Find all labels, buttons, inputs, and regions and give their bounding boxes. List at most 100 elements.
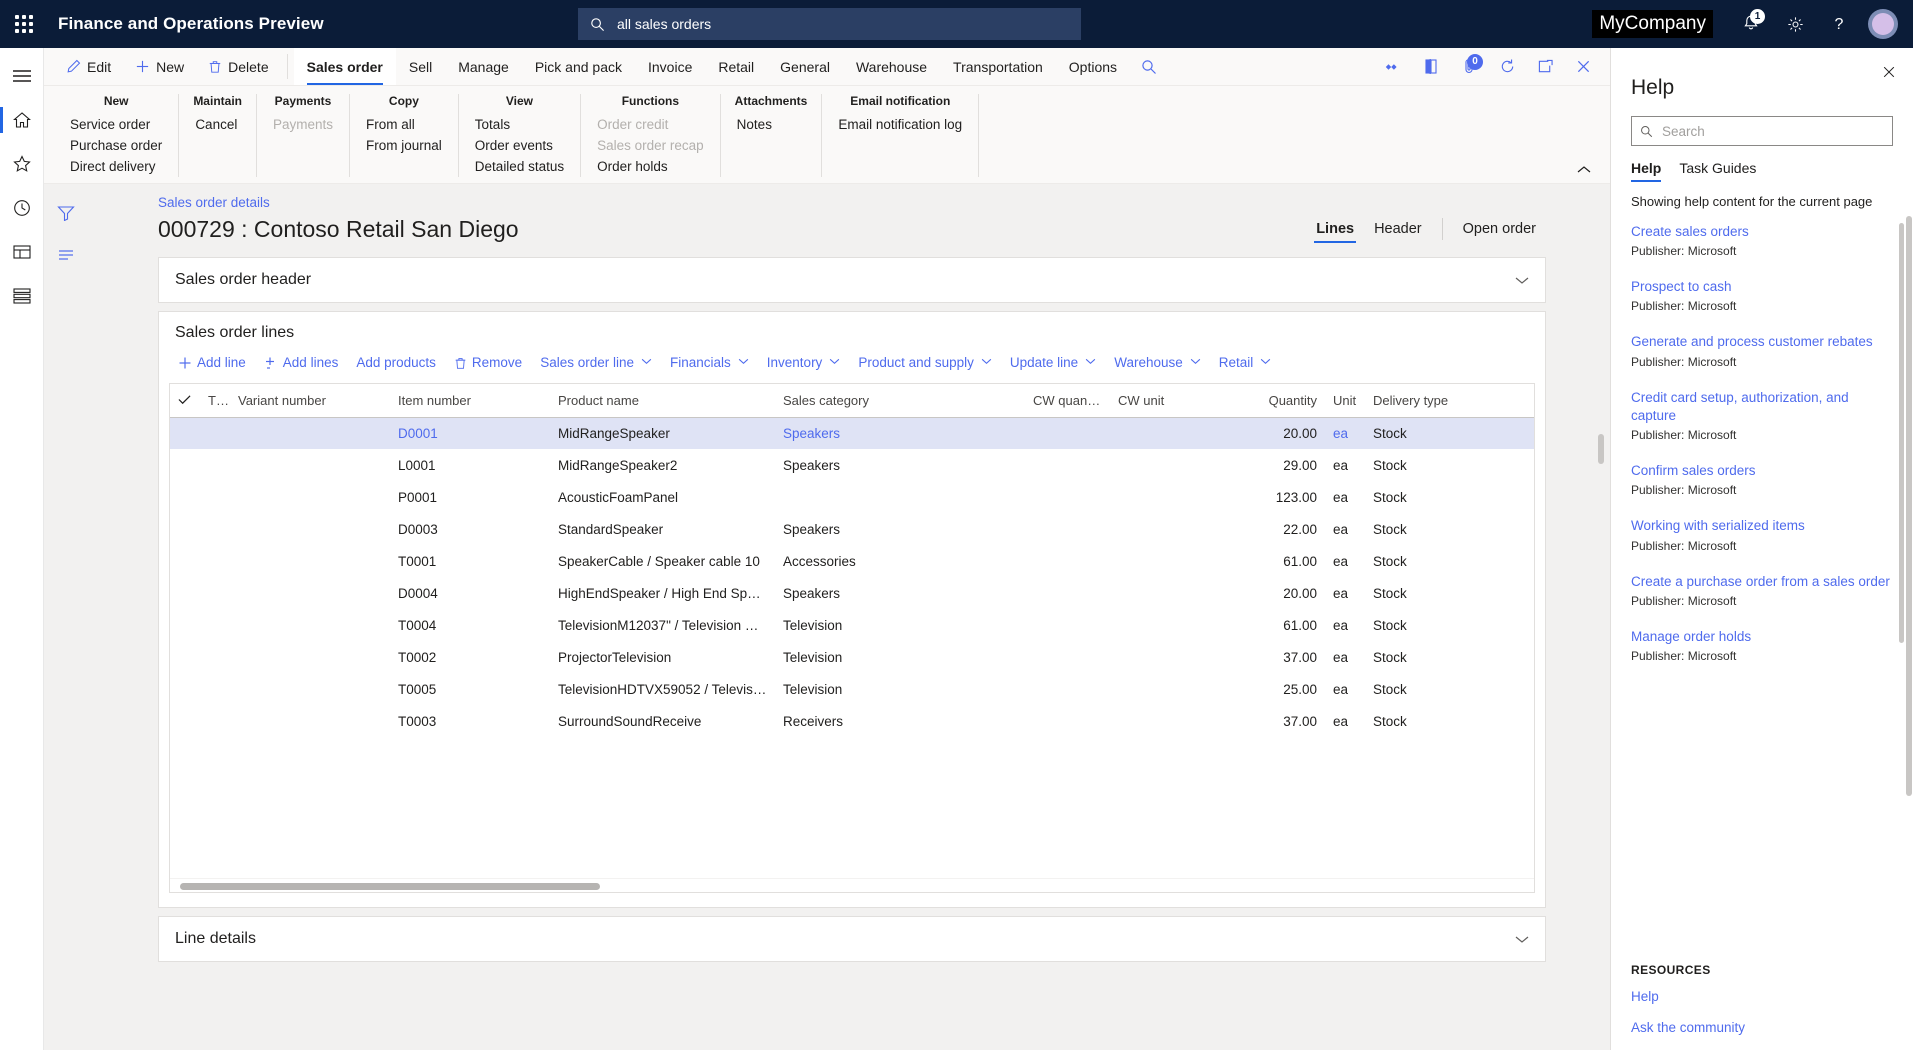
retail-menu[interactable]: Retail bbox=[1210, 350, 1281, 375]
cell-unit[interactable]: ea bbox=[1325, 642, 1365, 674]
tab-sales-order[interactable]: Sales order bbox=[293, 48, 396, 85]
row-checkbox[interactable] bbox=[170, 674, 200, 706]
table-row[interactable]: T0003 SurroundSoundReceive Receivers 37.… bbox=[170, 706, 1534, 738]
product-and-supply-menu[interactable]: Product and supply bbox=[849, 350, 1001, 375]
list-item[interactable]: Credit card setup, authorization, and ca… bbox=[1631, 389, 1895, 442]
cell-item-number[interactable]: T0001 bbox=[390, 546, 550, 578]
sidebar-item-modules[interactable] bbox=[0, 274, 44, 318]
column-header-sales-category[interactable]: Sales category bbox=[775, 384, 1025, 419]
sales-order-line-menu[interactable]: Sales order line bbox=[531, 350, 661, 375]
add-line-button[interactable]: Add line bbox=[169, 350, 255, 375]
table-row[interactable]: D0004 HighEndSpeaker / High End Spe… Spe… bbox=[170, 578, 1534, 610]
breadcrumb[interactable]: Sales order details bbox=[158, 195, 270, 210]
office-export-icon[interactable] bbox=[1412, 48, 1450, 86]
cell-quantity[interactable]: 25.00 bbox=[1245, 674, 1325, 706]
table-row[interactable]: L0001 MidRangeSpeaker2 Speakers 29.00 ea bbox=[170, 450, 1534, 482]
cell-sales-category[interactable]: Speakers bbox=[775, 578, 1025, 610]
cell-sales-category[interactable]: Receivers bbox=[775, 706, 1025, 738]
tab-general[interactable]: General bbox=[767, 48, 843, 85]
action-order-events[interactable]: Order events bbox=[473, 135, 566, 156]
cell-item-number[interactable]: T0005 bbox=[390, 674, 550, 706]
cell-sales-category[interactable]: Speakers bbox=[775, 418, 1025, 450]
cell-quantity[interactable]: 20.00 bbox=[1245, 418, 1325, 450]
cell-quantity[interactable]: 61.00 bbox=[1245, 610, 1325, 642]
edit-button[interactable]: Edit bbox=[54, 48, 123, 85]
add-lines-button[interactable]: Add lines bbox=[255, 350, 348, 375]
row-checkbox[interactable] bbox=[170, 418, 200, 450]
help-button[interactable]: ? bbox=[1817, 0, 1861, 48]
help-scroll-thumb[interactable] bbox=[1899, 223, 1904, 643]
action-cancel[interactable]: Cancel bbox=[193, 114, 242, 135]
column-header-quantity[interactable]: Quantity bbox=[1245, 384, 1325, 419]
column-header-variant-number[interactable]: Variant number bbox=[230, 384, 390, 419]
cell-item-number[interactable]: D0003 bbox=[390, 514, 550, 546]
cell-item-number[interactable]: D0001 bbox=[390, 418, 550, 450]
row-checkbox[interactable] bbox=[170, 482, 200, 514]
cell-item-number[interactable]: D0004 bbox=[390, 578, 550, 610]
table-row[interactable]: P0001 AcousticFoamPanel 123.00 ea Stock bbox=[170, 482, 1534, 514]
help-article-link[interactable]: Credit card setup, authorization, and ca… bbox=[1631, 389, 1895, 425]
tab-warehouse[interactable]: Warehouse bbox=[843, 48, 940, 85]
action-from-all[interactable]: From all bbox=[364, 114, 444, 135]
tab-options[interactable]: Options bbox=[1056, 48, 1130, 85]
help-search-input[interactable] bbox=[1660, 122, 1884, 140]
cell-sales-category[interactable]: Speakers bbox=[775, 450, 1025, 482]
action-detailed-status[interactable]: Detailed status bbox=[473, 156, 566, 177]
resource-link-help[interactable]: Help bbox=[1631, 989, 1893, 1004]
table-row[interactable]: T0001 SpeakerCable / Speaker cable 10 Ac… bbox=[170, 546, 1534, 578]
grid-horizontal-scrollbar[interactable] bbox=[170, 878, 1534, 893]
cell-unit[interactable]: ea bbox=[1325, 610, 1365, 642]
ribbon-search-icon[interactable] bbox=[1130, 48, 1168, 86]
cell-sales-category[interactable]: Speakers bbox=[775, 514, 1025, 546]
cell-unit[interactable]: ea bbox=[1325, 450, 1365, 482]
help-article-link[interactable]: Manage order holds bbox=[1631, 628, 1895, 646]
help-article-link[interactable]: Generate and process customer rebates bbox=[1631, 333, 1895, 351]
list-item[interactable]: Create a purchase order from a sales ord… bbox=[1631, 573, 1895, 608]
open-order-status[interactable]: Open order bbox=[1453, 217, 1546, 241]
action-order-holds[interactable]: Order holds bbox=[595, 156, 706, 177]
help-article-link[interactable]: Working with serialized items bbox=[1631, 517, 1895, 535]
close-icon[interactable] bbox=[1564, 48, 1602, 86]
tab-manage[interactable]: Manage bbox=[445, 48, 522, 85]
remove-line-button[interactable]: Remove bbox=[445, 350, 531, 375]
select-all-checkbox[interactable] bbox=[170, 384, 200, 419]
list-item[interactable]: Confirm sales orders Publisher: Microsof… bbox=[1631, 462, 1895, 497]
row-checkbox[interactable] bbox=[170, 578, 200, 610]
cell-sales-category[interactable]: Television bbox=[775, 674, 1025, 706]
add-products-button[interactable]: Add products bbox=[347, 350, 445, 375]
cell-quantity[interactable]: 22.00 bbox=[1245, 514, 1325, 546]
table-row[interactable]: D0003 StandardSpeaker Speakers 22.00 ea bbox=[170, 514, 1534, 546]
attachments-icon[interactable]: 0 bbox=[1450, 48, 1488, 86]
sidebar-item-favorites[interactable] bbox=[0, 142, 44, 186]
list-item[interactable]: Working with serialized items Publisher:… bbox=[1631, 517, 1895, 552]
cell-sales-category[interactable]: Television bbox=[775, 642, 1025, 674]
sidebar-item-home[interactable] bbox=[0, 98, 44, 142]
fasttab-line-details-toggle[interactable]: Line details bbox=[159, 917, 1545, 961]
action-notes[interactable]: Notes bbox=[735, 114, 808, 135]
cell-item-number[interactable]: P0001 bbox=[390, 482, 550, 514]
column-header-unit[interactable]: Unit bbox=[1325, 384, 1365, 419]
help-article-link[interactable]: Confirm sales orders bbox=[1631, 462, 1895, 480]
settings-button[interactable] bbox=[1773, 0, 1817, 48]
resource-link-community[interactable]: Ask the community bbox=[1631, 1020, 1893, 1035]
list-item[interactable]: Manage order holds Publisher: Microsoft bbox=[1631, 628, 1895, 663]
search-input[interactable] bbox=[615, 15, 1069, 33]
list-item[interactable]: Create sales orders Publisher: Microsoft bbox=[1631, 223, 1895, 258]
cell-item-number[interactable]: T0003 bbox=[390, 706, 550, 738]
relations-icon[interactable] bbox=[1374, 48, 1412, 86]
row-checkbox[interactable] bbox=[170, 706, 200, 738]
cell-unit[interactable]: ea bbox=[1325, 706, 1365, 738]
open-in-new-window-icon[interactable] bbox=[1526, 48, 1564, 86]
cell-item-number[interactable]: T0004 bbox=[390, 610, 550, 642]
column-header-item-number[interactable]: Item number bbox=[390, 384, 550, 419]
list-view-icon[interactable] bbox=[49, 238, 83, 272]
tab-lines[interactable]: Lines bbox=[1306, 217, 1364, 244]
column-header-product-name[interactable]: Product name bbox=[550, 384, 775, 419]
window-vertical-scrollbar[interactable] bbox=[1905, 96, 1913, 1050]
tab-header[interactable]: Header bbox=[1364, 217, 1432, 241]
cell-sales-category[interactable]: Accessories bbox=[775, 546, 1025, 578]
sidebar-item-recent[interactable] bbox=[0, 186, 44, 230]
action-email-notification-log[interactable]: Email notification log bbox=[836, 114, 964, 135]
action-purchase-order[interactable]: Purchase order bbox=[68, 135, 164, 156]
help-article-link[interactable]: Create sales orders bbox=[1631, 223, 1895, 241]
